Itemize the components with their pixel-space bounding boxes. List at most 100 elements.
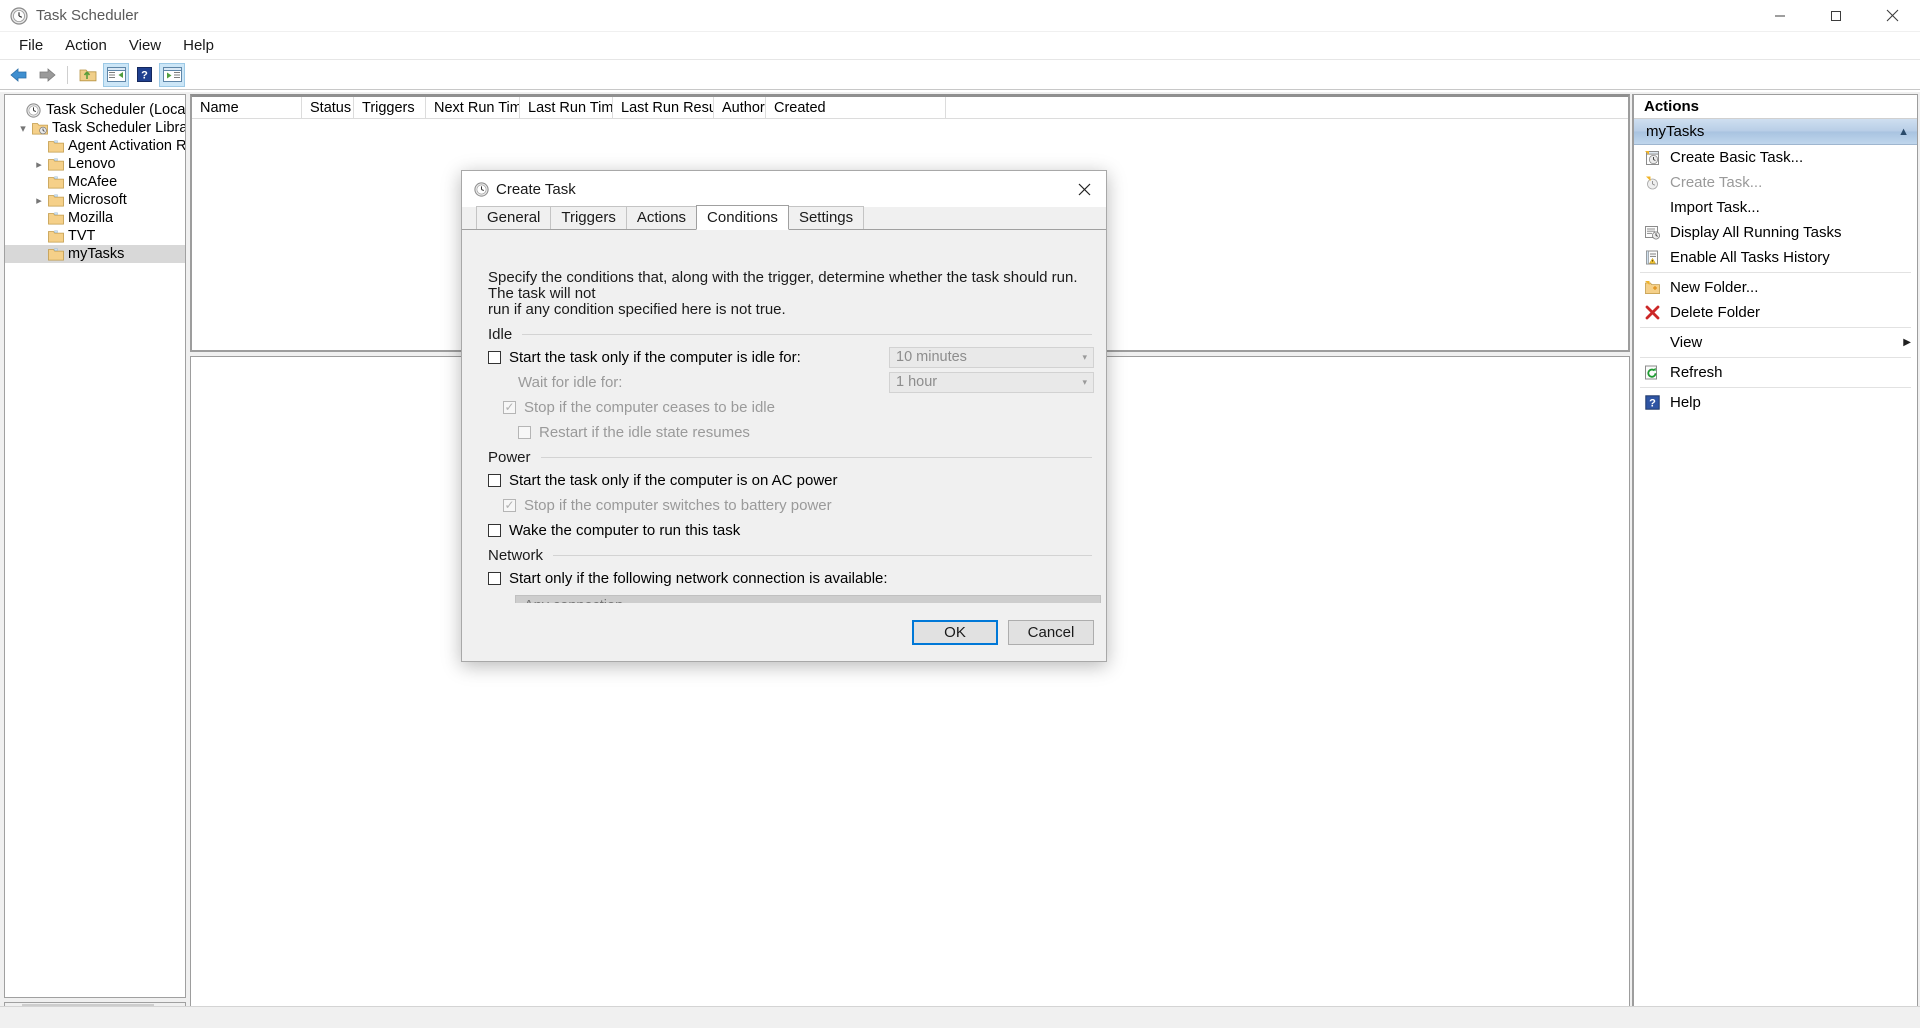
toolbar: ? [0, 60, 1920, 90]
tab-triggers[interactable]: Triggers [550, 206, 627, 229]
tree-item-label: Mozilla [68, 210, 114, 226]
stop-on-battery-checkbox[interactable]: ✓ [503, 498, 516, 512]
tree-item-label: myTasks [68, 246, 125, 262]
column-header-name[interactable]: Name [192, 97, 302, 118]
ac-power-label: Start the task only if the computer is o… [509, 471, 838, 489]
tab-settings[interactable]: Settings [787, 206, 865, 229]
tree-item-label: Microsoft [68, 192, 127, 208]
column-header-status[interactable]: Status [302, 97, 354, 118]
close-button[interactable] [1864, 0, 1920, 32]
minimize-button[interactable] [1752, 0, 1808, 32]
tab-conditions[interactable]: Conditions [696, 205, 789, 230]
idle-section: Idle Start the task only if the computer… [474, 326, 1094, 443]
tab-general[interactable]: General [476, 206, 552, 229]
column-header-last-run-result[interactable]: Last Run Result [613, 97, 714, 118]
action-label: Create Task... [1670, 174, 1763, 191]
stop-if-ceases-idle-checkbox[interactable]: ✓ [503, 400, 516, 414]
menu-help[interactable]: Help [172, 34, 225, 57]
stop-on-battery-label: Stop if the computer switches to battery… [524, 496, 832, 514]
power-section: Power Start the task only if the compute… [474, 449, 1094, 541]
action-help[interactable]: ? Help [1634, 390, 1917, 415]
cancel-button[interactable]: Cancel [1008, 619, 1094, 645]
tree-item-label: McAfee [68, 174, 118, 190]
tree-item-mozilla[interactable]: Mozilla [5, 209, 185, 227]
tree-item-agent-activation-runtime[interactable]: Agent Activation Runt [5, 137, 185, 155]
action-refresh[interactable]: Refresh [1634, 360, 1917, 385]
start-if-network-checkbox[interactable] [488, 571, 501, 585]
action-create-basic-task[interactable]: Create Basic Task... [1634, 145, 1917, 170]
action-pane-button[interactable] [159, 62, 185, 87]
tree-expander[interactable] [31, 138, 47, 154]
action-import-task[interactable]: Import Task... [1634, 195, 1917, 220]
delete-folder-icon [1642, 304, 1662, 322]
wait-for-idle-value: 1 hour [896, 374, 938, 390]
tree-expander[interactable] [31, 246, 47, 262]
back-button[interactable] [6, 63, 32, 87]
refresh-icon [1642, 364, 1662, 382]
tree-expander[interactable] [31, 174, 47, 190]
actions-group-header-mytasks[interactable]: myTasks ▲ [1634, 119, 1917, 145]
menubar: File Action View Help [0, 32, 1920, 60]
action-label: Import Task... [1670, 199, 1760, 216]
chevron-down-icon[interactable]: ▾ [15, 120, 31, 136]
menu-action[interactable]: Action [54, 34, 118, 57]
window-title: Task Scheduler [36, 7, 139, 24]
folder-icon [47, 174, 64, 190]
tree-expander[interactable] [31, 210, 47, 226]
conditions-tab-panel: Specify the conditions that, along with … [474, 266, 1101, 616]
action-view[interactable]: View ▶ [1634, 330, 1917, 355]
folder-icon [47, 246, 64, 262]
folder-up-button[interactable] [75, 63, 101, 87]
chevron-right-icon[interactable]: ▸ [31, 156, 47, 172]
history-icon [1642, 249, 1662, 267]
idle-section-title: Idle [488, 326, 513, 343]
column-header-last-run-time[interactable]: Last Run Time [520, 97, 613, 118]
maximize-button[interactable] [1808, 0, 1864, 32]
start-if-network-row: Start only if the following network conn… [488, 567, 1094, 589]
chevron-up-icon[interactable]: ▲ [1898, 126, 1909, 138]
wait-for-idle-dropdown[interactable]: 1 hour ▾ [889, 371, 1094, 393]
start-if-idle-checkbox[interactable] [488, 350, 501, 364]
tree-item-task-scheduler-local[interactable]: Task Scheduler (Local) [5, 101, 185, 119]
column-header-next-run-time[interactable]: Next Run Time [426, 97, 520, 118]
console-tree-button[interactable] [103, 62, 129, 87]
task-list-header: Name Status Triggers Next Run Time Last … [192, 97, 1628, 119]
tree-item-mcafee[interactable]: McAfee [5, 173, 185, 191]
network-section-header: Network [488, 547, 1094, 564]
menu-view[interactable]: View [118, 34, 172, 57]
actions-pane-title: Actions [1634, 95, 1917, 119]
start-if-network-label: Start only if the following network conn… [509, 569, 888, 587]
chevron-right-icon[interactable]: ▸ [31, 192, 47, 208]
tree-item-mytasks[interactable]: myTasks [5, 245, 185, 263]
tree-item-tvt[interactable]: TVT [5, 227, 185, 245]
action-enable-all-tasks-history[interactable]: Enable All Tasks History [1634, 245, 1917, 270]
ac-power-checkbox[interactable] [488, 473, 501, 487]
create-task-dialog: Create Task General Triggers Actions Con… [461, 170, 1107, 662]
restart-if-idle-resumes-checkbox[interactable] [518, 425, 531, 439]
console-tree-pane[interactable]: Task Scheduler (Local) ▾ Task Scheduler … [4, 94, 186, 998]
tree-expander[interactable] [31, 228, 47, 244]
chevron-down-icon: ▾ [1082, 376, 1087, 387]
tree-expander[interactable] [9, 102, 25, 118]
action-create-task[interactable]: Create Task... [1634, 170, 1917, 195]
dialog-close-button[interactable] [1062, 172, 1106, 206]
wake-computer-checkbox[interactable] [488, 523, 501, 537]
action-delete-folder[interactable]: Delete Folder [1634, 300, 1917, 325]
idle-duration-dropdown[interactable]: 10 minutes ▾ [889, 346, 1094, 368]
tree-item-lenovo[interactable]: ▸ Lenovo [5, 155, 185, 173]
column-header-triggers[interactable]: Triggers [354, 97, 426, 118]
action-new-folder[interactable]: New Folder... [1634, 275, 1917, 300]
column-header-author[interactable]: Author [714, 97, 766, 118]
tab-actions[interactable]: Actions [625, 206, 698, 229]
ok-button[interactable]: OK [912, 619, 998, 645]
conditions-description: Specify the conditions that, along with … [474, 266, 1094, 318]
window-controls [1752, 0, 1920, 32]
forward-button[interactable] [34, 63, 60, 87]
tree-item-task-scheduler-library[interactable]: ▾ Task Scheduler Library [5, 119, 185, 137]
action-display-all-running-tasks[interactable]: Display All Running Tasks [1634, 220, 1917, 245]
help-button[interactable]: ? [131, 63, 157, 87]
column-header-created[interactable]: Created [766, 97, 946, 118]
tree-item-microsoft[interactable]: ▸ Microsoft [5, 191, 185, 209]
menu-file[interactable]: File [8, 34, 54, 57]
dialog-tabs: General Triggers Actions Conditions Sett… [462, 205, 1106, 230]
